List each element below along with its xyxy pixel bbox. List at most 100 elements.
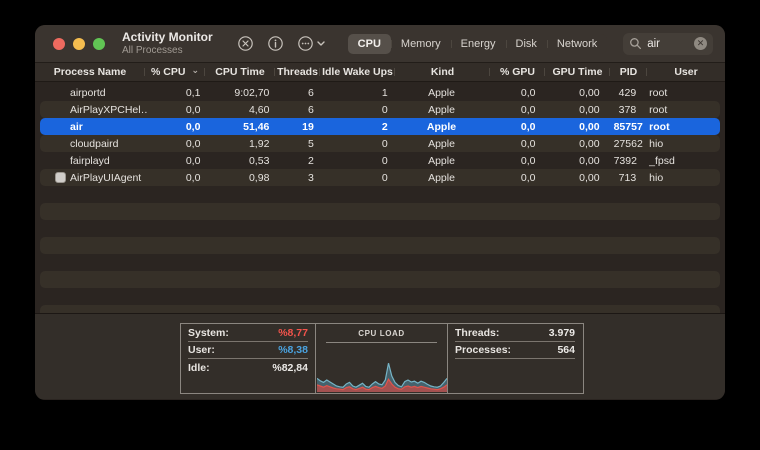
column-header-pid[interactable]: PID (610, 63, 647, 81)
clear-search-icon[interactable]: ✕ (694, 37, 707, 50)
column-header-idle[interactable]: Idle Wake Ups (320, 63, 395, 81)
empty-table-row (40, 254, 720, 271)
cell-pid: 378 (618, 103, 637, 116)
search-input[interactable]: air (647, 38, 694, 50)
cell-gpu: 0,0 (520, 86, 536, 99)
cell-gpu_time: 0,00 (579, 86, 600, 99)
cell-cpu: 0,0 (185, 120, 201, 133)
column-header-label: CPU Time (215, 66, 265, 78)
zoom-window-button[interactable] (93, 37, 105, 50)
cell-name: AirPlayXPCHel… (40, 104, 148, 116)
search-field[interactable]: air ✕ (623, 32, 713, 55)
cell-threads: 3 (308, 171, 314, 184)
cell-pid: 85757 (613, 120, 643, 133)
cell-pid: 7392 (613, 154, 637, 167)
tab-energy[interactable]: Energy (450, 34, 506, 54)
column-header-name[interactable]: Process Name (35, 63, 145, 81)
column-header-label: PID (619, 66, 638, 78)
cell-gpu_time: 0,00 (579, 120, 600, 133)
quit-process-icon[interactable] (237, 35, 254, 52)
process-count-stats: Threads: 3.979 Processes: 564 (448, 324, 582, 393)
cpu-load-title: CPU LOAD (358, 329, 405, 338)
cell-idle: 0 (381, 103, 388, 116)
toolbar: Activity Monitor All Processes CPU Memor… (35, 25, 725, 63)
view-tabs: CPU Memory Energy Disk Network (347, 33, 608, 54)
app-icon (55, 172, 66, 183)
cell-user: root (649, 120, 670, 133)
column-header-kind[interactable]: Kind (395, 63, 490, 81)
column-header-label: Process Name (53, 66, 127, 78)
cell-name: air (40, 121, 148, 133)
cell-gpu: 0,0 (520, 171, 536, 184)
cell-gpu_time: 0,00 (579, 154, 600, 167)
cell-name: cloudpaird (40, 138, 148, 150)
stat-row: User: %8,38 (188, 342, 308, 359)
inspect-icon[interactable] (267, 35, 284, 52)
cell-kind: Apple (426, 120, 457, 133)
cpu-stats-panel: System: %8,77 User: %8,38 Idle: %82,84 CPU LO… (180, 323, 584, 394)
stat-value: %8,38 (278, 344, 308, 356)
cell-gpu: 0,0 (520, 137, 536, 150)
cpu-percent-stats: System: %8,77 User: %8,38 Idle: %82,84 (181, 324, 316, 393)
cell-gpu: 0,0 (520, 154, 536, 167)
window-title: Activity Monitor (122, 30, 213, 45)
column-header-label: Kind (430, 66, 455, 78)
process-name: AirPlayUIAgent (70, 171, 142, 184)
cell-user: root (649, 86, 668, 99)
cell-idle: 0 (381, 137, 388, 150)
activity-monitor-window: Activity Monitor All Processes CPU Memor… (35, 25, 725, 400)
column-header-gpu[interactable]: % GPU (490, 63, 545, 81)
tab-disk[interactable]: Disk (505, 34, 547, 54)
empty-table-row (40, 186, 720, 203)
empty-table-row (40, 203, 720, 220)
table-row[interactable]: air 0,0 51,46 19 2 Apple 0,0 0,00 85757 root (40, 118, 720, 135)
column-header-label: User (674, 66, 698, 78)
cell-cpu_time: 0,53 (248, 154, 270, 167)
cell-name: fairplayd (40, 155, 148, 167)
process-name: AirPlayXPCHel… (70, 103, 149, 116)
cpu-load-rule (326, 342, 437, 343)
cell-idle: 0 (381, 154, 388, 167)
stat-row: Processes: 564 (455, 342, 575, 359)
column-header-cpu[interactable]: % CPU ⌄ (145, 63, 205, 81)
cell-gpu_time: 0,00 (579, 103, 600, 116)
stat-value: 3.979 (548, 327, 575, 339)
tab-memory[interactable]: Memory (390, 34, 451, 54)
table-row[interactable]: AirPlayUIAgent 0,0 0,98 3 0 Apple 0,0 0,00 713 hi… (40, 169, 720, 186)
cell-gpu_time: 0,00 (579, 171, 600, 184)
stat-row: Threads: 3.979 (455, 325, 575, 342)
table-row[interactable]: AirPlayXPCHel… 0,0 4,60 6 0 Apple 0,0 0,00 378 ro… (40, 101, 720, 118)
more-options-icon[interactable] (297, 35, 327, 52)
column-header-cpu_time[interactable]: CPU Time (205, 63, 275, 81)
empty-table-row (40, 271, 720, 288)
column-header-gpu_time[interactable]: GPU Time (545, 63, 610, 81)
table-row[interactable]: fairplayd 0,0 0,53 2 0 Apple 0,0 0,00 7392 _fpsd (40, 152, 720, 169)
window-title-block: Activity Monitor All Processes (122, 30, 213, 56)
column-header-label: % GPU (499, 66, 535, 78)
minimize-window-button[interactable] (73, 37, 85, 50)
cell-user: _fpsd (649, 154, 675, 167)
window-subtitle: All Processes (122, 44, 183, 56)
stat-label: User: (188, 344, 215, 356)
cell-kind: Apple (428, 103, 455, 116)
cell-idle: 2 (381, 120, 388, 133)
table-row[interactable]: cloudpaird 0,0 1,92 5 0 Apple 0,0 0,00 27562 hio (40, 135, 720, 152)
table-row[interactable]: airportd 0,1 9:02,70 6 1 Apple 0,0 0,00 429 root (40, 84, 720, 101)
close-window-button[interactable] (53, 37, 65, 50)
column-header-threads[interactable]: Threads (275, 63, 320, 81)
column-header-user[interactable]: User (647, 63, 725, 81)
cell-gpu_time: 0,00 (579, 137, 600, 150)
column-header-label: Threads (277, 66, 318, 78)
cell-idle: 1 (381, 86, 388, 99)
stat-row: System: %8,77 (188, 325, 308, 342)
tab-network[interactable]: Network (546, 34, 607, 54)
cell-threads: 6 (308, 103, 314, 116)
column-header-label: Idle Wake Ups (322, 66, 393, 78)
cell-pid: 713 (618, 171, 637, 184)
cell-cpu: 0,0 (185, 103, 201, 116)
cell-pid: 27562 (613, 137, 643, 150)
empty-table-row (40, 305, 720, 313)
tab-cpu[interactable]: CPU (347, 33, 391, 54)
cell-threads: 19 (302, 120, 314, 133)
stat-value: %8,77 (278, 327, 308, 339)
